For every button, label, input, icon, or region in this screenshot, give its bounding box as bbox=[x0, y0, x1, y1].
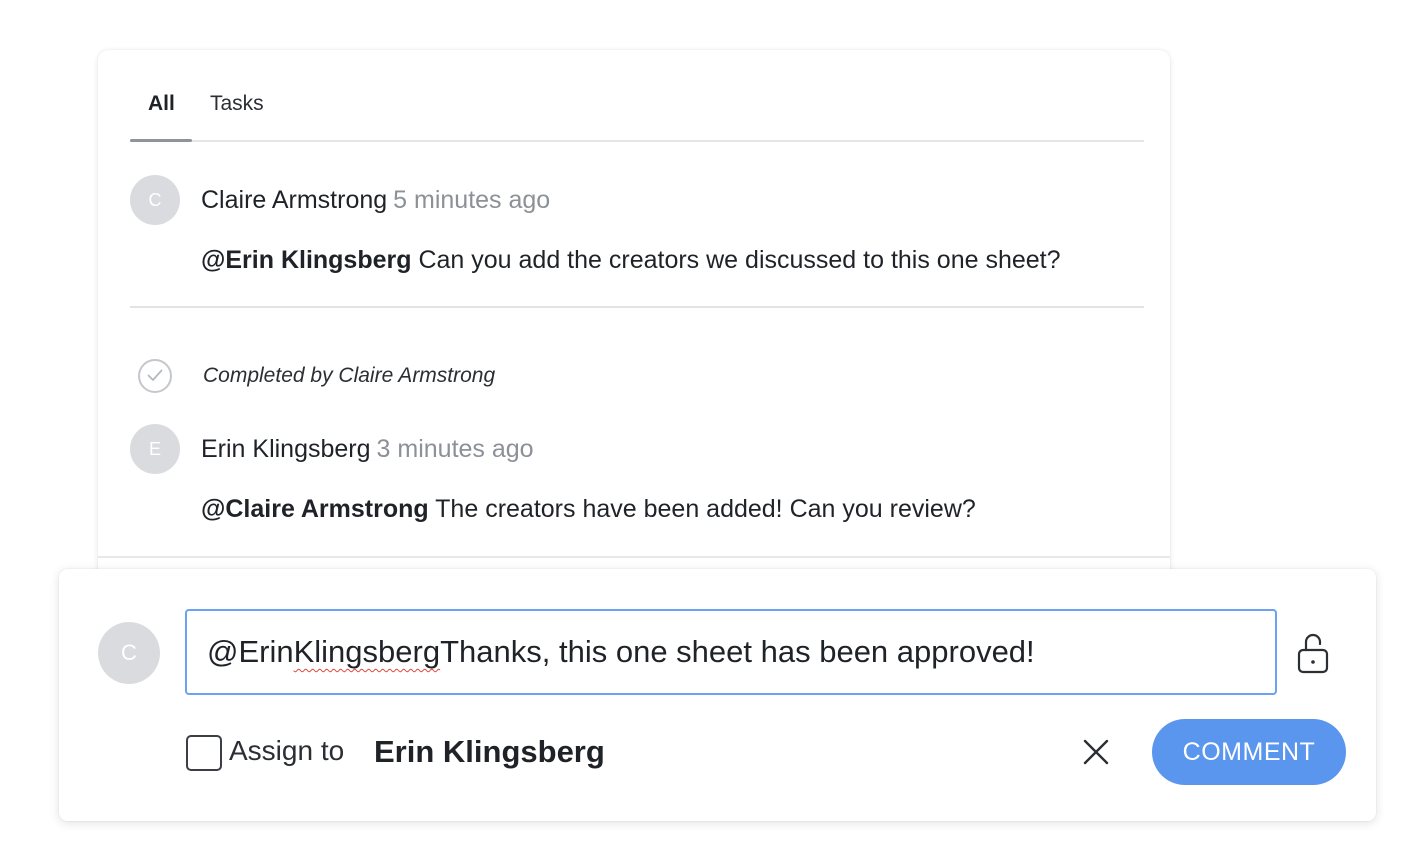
comment-timestamp: 3 minutes ago bbox=[376, 435, 534, 463]
comment-composer: C @Erin Klingsberg Thanks, this one shee… bbox=[59, 569, 1376, 821]
panel-divider bbox=[98, 556, 1170, 558]
comment-mention[interactable]: @Claire Armstrong bbox=[201, 495, 429, 523]
active-tab-indicator bbox=[130, 139, 192, 142]
comment-submit-button[interactable]: COMMENT bbox=[1152, 719, 1346, 785]
comment-author[interactable]: Erin Klingsberg bbox=[201, 435, 371, 463]
comment-timestamp: 5 minutes ago bbox=[393, 186, 551, 214]
task-completed-status: Completed by Claire Armstrong bbox=[203, 364, 496, 387]
stage: All Tasks C Claire Armstrong 5 minutes ag… bbox=[0, 0, 1418, 857]
tab-bar: All Tasks bbox=[130, 78, 1144, 142]
assignee-name[interactable]: Erin Klingsberg bbox=[374, 734, 605, 770]
close-icon[interactable] bbox=[1081, 737, 1111, 767]
check-circle-icon[interactable] bbox=[138, 359, 172, 393]
comment-meta: Erin Klingsberg 3 minutes ago bbox=[201, 435, 534, 464]
comment-text: The creators have been added! Can you re… bbox=[428, 495, 976, 523]
comment-mention[interactable]: @Erin Klingsberg bbox=[201, 246, 412, 274]
input-text: Thanks, this one sheet has been approved… bbox=[440, 634, 1035, 669]
tab-tasks[interactable]: Tasks bbox=[210, 92, 264, 116]
unlock-icon[interactable] bbox=[1295, 631, 1331, 675]
comment-body: @Claire Armstrong The creators have been… bbox=[201, 495, 976, 524]
input-mention-misspelled: Klingsberg bbox=[293, 634, 441, 669]
avatar: E bbox=[130, 424, 180, 474]
avatar: C bbox=[130, 175, 180, 225]
avatar: C bbox=[98, 622, 160, 684]
comment-text: Can you add the creators we discussed to… bbox=[411, 246, 1061, 274]
comment-meta: Claire Armstrong 5 minutes ago bbox=[201, 186, 550, 215]
tab-all[interactable]: All bbox=[148, 92, 175, 116]
comments-panel: All Tasks C Claire Armstrong 5 minutes ag… bbox=[98, 50, 1170, 590]
assign-label: Assign to bbox=[229, 735, 345, 766]
comment-input[interactable]: @Erin Klingsberg Thanks, this one sheet … bbox=[185, 609, 1277, 695]
comment-author[interactable]: Claire Armstrong bbox=[201, 186, 387, 214]
comment-divider bbox=[130, 306, 1144, 308]
comment-body: @Erin Klingsberg Can you add the creator… bbox=[201, 246, 1061, 275]
input-mention: @Erin bbox=[207, 634, 294, 669]
assign-checkbox[interactable] bbox=[186, 735, 222, 771]
